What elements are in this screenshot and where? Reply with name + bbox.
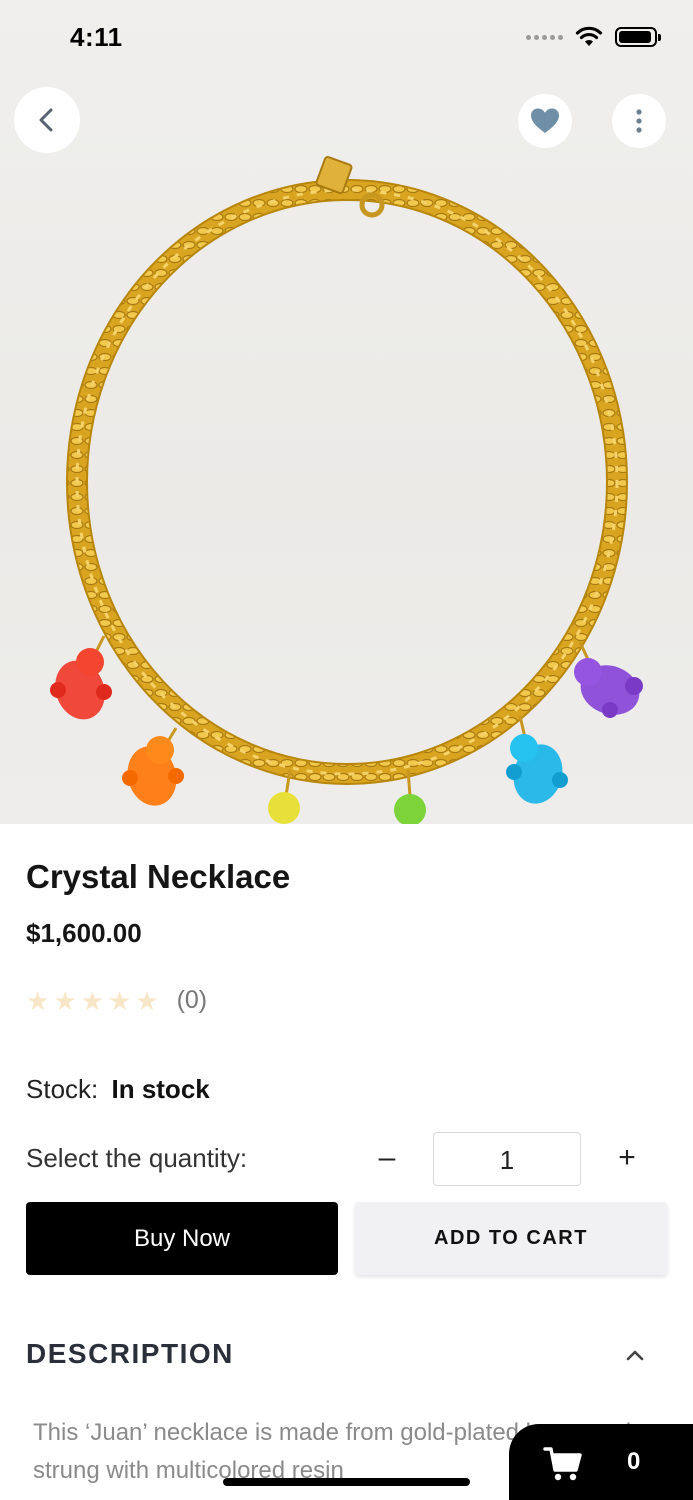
cart-count: 0 <box>627 1448 641 1475</box>
red-bear-charm <box>50 635 112 720</box>
stock-status: Stock: In stock <box>26 1074 210 1105</box>
product-title: Crystal Necklace <box>26 858 291 895</box>
star-icon: ★ <box>26 985 50 1016</box>
quantity-increase-button[interactable]: + <box>610 1140 644 1176</box>
star-icon: ★ <box>135 985 159 1016</box>
heart-icon <box>531 108 559 133</box>
add-to-cart-button[interactable]: ADD TO CART <box>355 1202 667 1275</box>
blue-bear-charm <box>506 715 568 804</box>
status-bar: 4:11 <box>0 0 693 80</box>
necklace-illustration <box>50 155 643 824</box>
more-vertical-icon <box>636 109 642 133</box>
stock-label: Stock: <box>26 1074 99 1104</box>
stock-value: In stock <box>111 1074 210 1104</box>
quantity-decrease-button[interactable]: – <box>370 1140 404 1176</box>
chevron-left-icon <box>39 108 53 132</box>
buy-now-button[interactable]: Buy Now <box>26 1202 338 1275</box>
orange-bear-charm <box>122 727 184 806</box>
more-options-button[interactable] <box>612 94 666 148</box>
cart-button[interactable]: 0 <box>509 1424 693 1500</box>
product-price: $1,600.00 <box>26 918 142 948</box>
status-indicators <box>526 26 661 48</box>
purple-bear-charm <box>574 641 643 718</box>
battery-icon <box>615 27 661 47</box>
star-icon: ★ <box>53 985 77 1016</box>
status-time: 4:11 <box>70 22 123 52</box>
quantity-label: Select the quantity: <box>26 1143 248 1173</box>
signal-icon <box>526 34 563 40</box>
rating-count: (0) <box>176 986 208 1014</box>
description-heading[interactable]: DESCRIPTION <box>26 1338 234 1370</box>
chevron-up-icon[interactable] <box>620 1340 650 1370</box>
favorite-button[interactable] <box>518 94 572 148</box>
star-icon: ★ <box>80 985 104 1016</box>
back-button[interactable] <box>14 87 80 153</box>
product-image <box>0 0 693 824</box>
star-icon: ★ <box>107 985 132 1016</box>
quantity-input[interactable]: 1 <box>433 1132 581 1186</box>
home-indicator[interactable] <box>223 1478 470 1486</box>
product-rating[interactable]: ★ ★ ★ ★ ★ (0) <box>26 986 207 1015</box>
rating-stars: ★ ★ ★ ★ ★ <box>26 988 159 1014</box>
cart-icon <box>543 1447 582 1481</box>
wifi-icon <box>575 26 603 46</box>
